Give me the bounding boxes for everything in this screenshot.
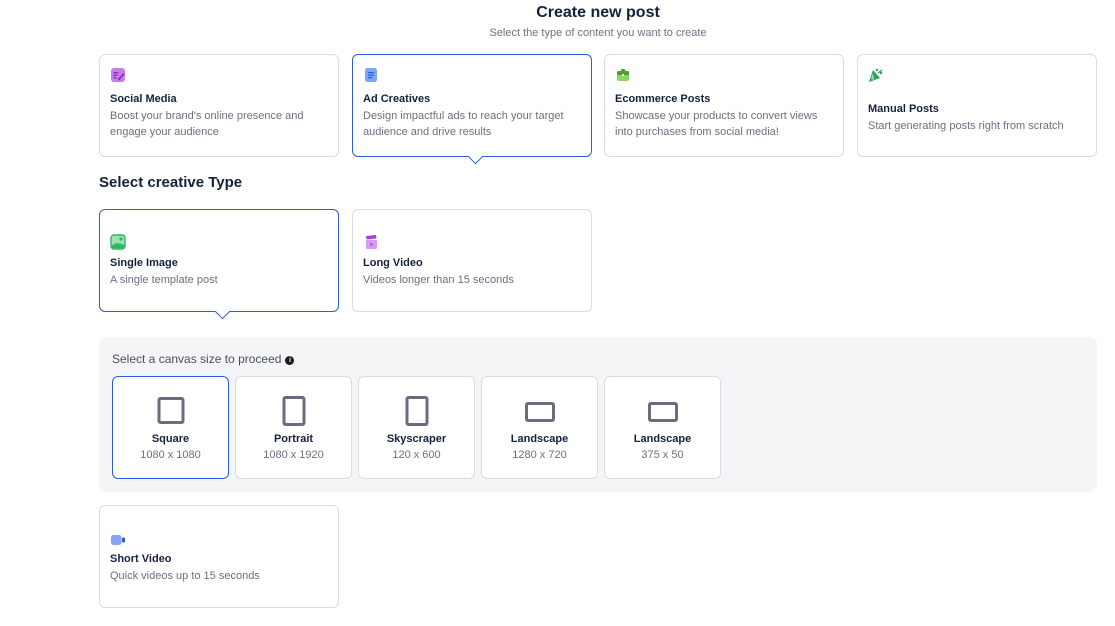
canvas-size-name: Portrait: [273, 433, 314, 445]
card-title: Manual Posts: [868, 103, 939, 115]
card-description: Showcase your products to convert views …: [615, 110, 818, 138]
canvas-size-skyscraper[interactable]: Skyscraper 120 x 600: [358, 376, 475, 479]
canvas-size-dimensions: 1080 x 1920: [263, 449, 324, 461]
canvas-size-name: Square: [151, 433, 190, 445]
party-popper-icon: [869, 68, 883, 82]
video-camera-icon: [111, 535, 125, 545]
card-description: Design impactful ads to reach your targe…: [363, 110, 564, 138]
info-icon[interactable]: i: [285, 356, 295, 365]
canvas-size-name: Landscape: [510, 433, 569, 445]
page-subtitle: Select the type of content you want to c…: [489, 27, 707, 39]
image-icon: [110, 234, 126, 250]
canvas-size-panel: Select a canvas size to proceed i Square …: [99, 337, 1097, 492]
edit-note-icon: [111, 68, 125, 82]
page-title: Create new post: [536, 4, 660, 21]
clapperboard-icon: [366, 235, 377, 249]
creative-type-long-video[interactable]: Long Video Videos longer than 15 seconds: [352, 209, 592, 312]
card-title: Single Image: [110, 257, 178, 269]
square-shape-icon: [157, 397, 184, 424]
canvas-size-portrait[interactable]: Portrait 1080 x 1920: [235, 376, 352, 479]
card-title: Long Video: [363, 257, 423, 269]
section-title: Select creative Type: [99, 174, 243, 191]
portrait-shape-icon: [282, 396, 305, 426]
selection-caret: [467, 148, 484, 165]
post-type-ad-creatives[interactable]: Ad Creatives Design impactful ads to rea…: [352, 54, 592, 165]
card-title: Ecommerce Posts: [615, 93, 711, 105]
creative-type-single-image[interactable]: Single Image A single template post: [99, 209, 339, 320]
post-type-manual-posts[interactable]: Manual Posts Start generating posts righ…: [857, 54, 1097, 157]
landscape-shape-icon: [524, 402, 555, 422]
card-description: Quick videos up to 15 seconds: [110, 570, 260, 582]
post-type-ecommerce-posts[interactable]: Ecommerce Posts Showcase your products t…: [604, 54, 844, 157]
landscape-shape-icon: [647, 402, 678, 422]
creative-type-short-video[interactable]: Short Video Quick videos up to 15 second…: [99, 505, 339, 608]
post-type-social-media[interactable]: Social Media Boost your brand's online p…: [99, 54, 339, 157]
canvas-size-square[interactable]: Square 1080 x 1080: [112, 376, 229, 479]
canvas-size-landscape-375[interactable]: Landscape 375 x 50: [604, 376, 721, 479]
canvas-size-label: Select a canvas size to proceed i: [112, 352, 295, 366]
canvas-size-dimensions: 1280 x 720: [512, 449, 567, 461]
card-description: Videos longer than 15 seconds: [363, 274, 514, 286]
card-title: Social Media: [110, 93, 177, 105]
card-description: A single template post: [110, 274, 218, 286]
canvas-size-dimensions: 1080 x 1080: [140, 449, 201, 461]
canvas-size-landscape-1280[interactable]: Landscape 1280 x 720: [481, 376, 598, 479]
briefcase-icon: [617, 69, 629, 81]
canvas-size-dimensions: 375 x 50: [641, 449, 684, 461]
canvas-size-name: Landscape: [633, 433, 692, 445]
card-title: Ad Creatives: [363, 93, 431, 105]
card-title: Short Video: [110, 553, 172, 565]
canvas-size-dimensions: 120 x 600: [392, 449, 441, 461]
selection-caret: [214, 303, 231, 320]
card-description: Boost your brand's online presence and e…: [110, 110, 304, 138]
card-description: Start generating posts right from scratc…: [868, 120, 1064, 132]
document-icon: [365, 68, 377, 82]
canvas-size-name: Skyscraper: [386, 433, 447, 445]
skyscraper-shape-icon: [405, 396, 428, 426]
